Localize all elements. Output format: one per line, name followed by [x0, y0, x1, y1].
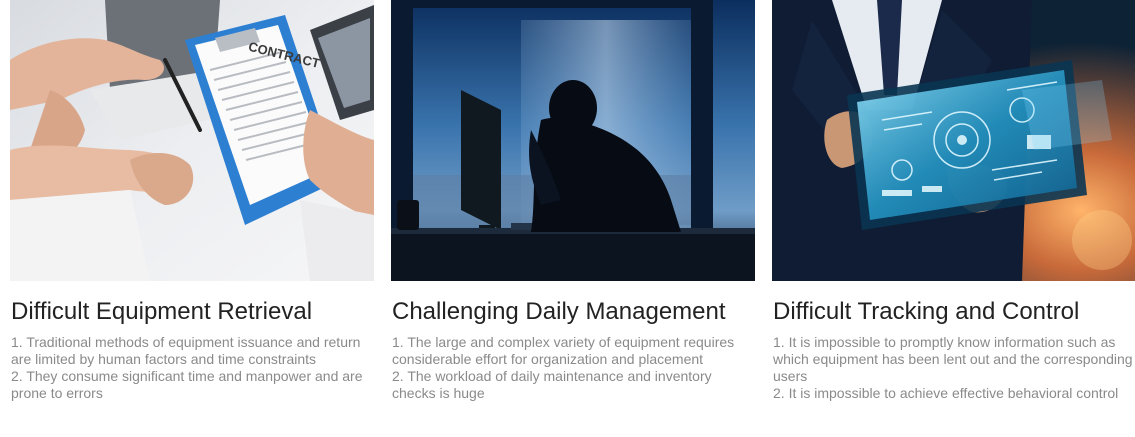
card-title: Challenging Daily Management [392, 298, 726, 325]
card-daily-management: Challenging Daily Management 1. The larg… [391, 0, 755, 437]
card-point: 2. It is impossible to achieve effective… [773, 385, 1119, 401]
stressed-worker-photo [391, 0, 755, 281]
card-point: 2. The workload of daily maintenance and… [392, 368, 712, 401]
card-equipment-retrieval: CONTRACT Difficult Equipment Retrieval 1… [10, 0, 374, 437]
card-point: 1. The large and complex variety of equi… [392, 334, 735, 367]
contract-photo: CONTRACT [10, 0, 374, 281]
feature-cards: CONTRACT Difficult Equipment Retrieval 1… [10, 0, 1135, 437]
card-point: 2. They consume significant time and man… [11, 368, 363, 401]
card-description: 1. The large and complex variety of equi… [392, 334, 754, 402]
card-tracking-control: Difficult Tracking and Control 1. It is … [772, 0, 1135, 437]
card-point: 1. Traditional methods of equipment issu… [11, 334, 361, 367]
card-point: 1. It is impossible to promptly know inf… [773, 334, 1133, 384]
digital-tablet-photo [772, 0, 1135, 281]
card-description: 1. It is impossible to promptly know inf… [773, 334, 1135, 402]
card-title: Difficult Tracking and Control [773, 298, 1080, 325]
card-title: Difficult Equipment Retrieval [11, 298, 313, 325]
card-description: 1. Traditional methods of equipment issu… [11, 334, 373, 402]
